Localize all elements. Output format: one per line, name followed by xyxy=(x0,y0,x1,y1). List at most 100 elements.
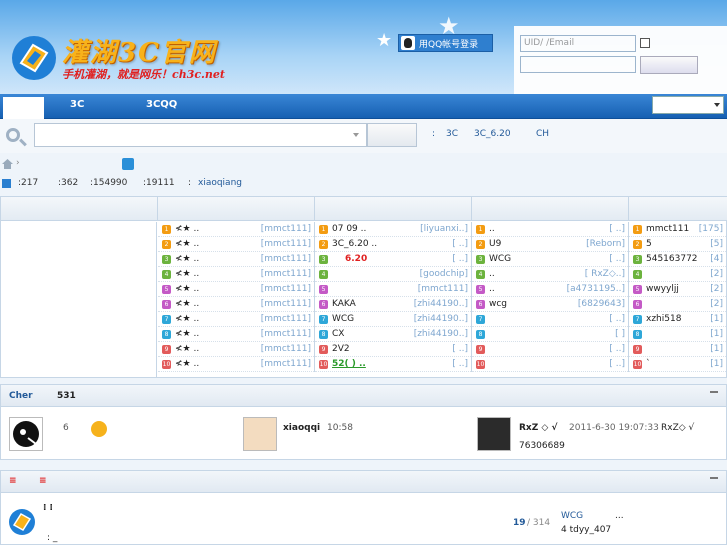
list-item[interactable]: 7 xzhi518 [1] xyxy=(629,312,726,327)
list-item-title[interactable]: WCG xyxy=(332,314,354,324)
visitor-name[interactable]: RxZ ◇ √ xyxy=(519,423,557,433)
search-button[interactable] xyxy=(367,123,417,147)
list-item-title[interactable]: ≮★ .. xyxy=(175,239,199,249)
nav-item-3cqq[interactable]: 3CQQ xyxy=(146,99,177,110)
list-item-author[interactable]: [zhi44190..] xyxy=(414,329,468,339)
list-item[interactable]: 10 ` [1] xyxy=(629,357,726,372)
thread-user[interactable]: 4 tdyy_407 xyxy=(561,525,611,535)
list-item[interactable]: 3 6.20 [ ..] xyxy=(315,252,471,267)
list-item-author[interactable]: [ ] xyxy=(615,329,625,339)
list-item[interactable]: 1 ≮★ .. [mmct111] xyxy=(158,222,314,237)
list-item[interactable]: 7 WCG [zhi44190..] xyxy=(315,312,471,327)
list-item-author[interactable]: [4] xyxy=(710,254,723,264)
list-item[interactable]: 3 WCG [ ..] xyxy=(472,252,628,267)
hot-link[interactable]: 3C_6.20 xyxy=(474,129,511,139)
list-item-author[interactable]: [ ..] xyxy=(609,359,625,369)
list-item[interactable]: 2 U9 [Reborn] xyxy=(472,237,628,252)
list-item-title[interactable]: 2V2 xyxy=(332,344,350,354)
list-item[interactable]: 10 ≮★ .. [mmct111] xyxy=(158,357,314,372)
list-item-title[interactable]: wwyyljj xyxy=(646,284,679,294)
list-item-title[interactable]: 545163772 xyxy=(646,254,698,264)
list-item-author[interactable]: [1] xyxy=(710,344,723,354)
list-item[interactable]: 8 ≮★ .. [mmct111] xyxy=(158,327,314,342)
list-item-author[interactable]: [mmct111] xyxy=(261,224,311,234)
list-item-author[interactable]: [mmct111] xyxy=(261,239,311,249)
list-item-title[interactable]: ≮★ .. xyxy=(175,329,199,339)
list-item-title[interactable]: 3C_6.20 .. xyxy=(332,239,377,249)
nav-select[interactable] xyxy=(652,96,724,114)
list-item-author[interactable]: [ ..] xyxy=(609,314,625,324)
list-item[interactable]: 6 wcg [6829643] xyxy=(472,297,628,312)
list-item-title[interactable]: ≮★ .. xyxy=(175,254,199,264)
list-item[interactable]: 4 .. [ RxZ◇..] xyxy=(472,267,628,282)
list-item[interactable]: 1 07 09 .. [liyuanxi..] xyxy=(315,222,471,237)
nav-home-tab[interactable] xyxy=(3,97,44,119)
avatar[interactable] xyxy=(9,417,43,451)
list-item-title[interactable]: KAKA xyxy=(332,299,356,309)
list-item-author[interactable]: [mmct111] xyxy=(261,269,311,279)
list-item[interactable]: 4 ≮★ .. [mmct111] xyxy=(158,267,314,282)
list-item-author[interactable]: [ ..] xyxy=(452,344,468,354)
list-item[interactable]: 8 [ ] xyxy=(472,327,628,342)
thread-link[interactable]: WCG xyxy=(561,511,583,521)
list-item-title[interactable]: xzhi518 xyxy=(646,314,681,324)
list-item-author[interactable]: [175] xyxy=(699,224,723,234)
list-item-title[interactable]: ≮★ .. xyxy=(175,299,199,309)
avatar[interactable] xyxy=(477,417,511,451)
list-item[interactable]: 6 ≮★ .. [mmct111] xyxy=(158,297,314,312)
collapse-icon[interactable] xyxy=(710,391,718,393)
list-item[interactable]: 10 52( ) .. [ ..] xyxy=(315,357,471,372)
list-item-title[interactable]: 52( ) .. xyxy=(332,359,366,369)
list-item-title[interactable]: .. xyxy=(489,269,495,279)
list-item-author[interactable]: [ ..] xyxy=(609,254,625,264)
list-item-author[interactable]: [ ..] xyxy=(452,239,468,249)
list-item[interactable]: 9 [1] xyxy=(629,342,726,357)
avatar[interactable] xyxy=(243,417,277,451)
list-item-author[interactable]: [liyuanxi..] xyxy=(420,224,468,234)
list-item-author[interactable]: [1] xyxy=(710,329,723,339)
list-item[interactable]: 5 wwyyljj [2] xyxy=(629,282,726,297)
list-item-title[interactable]: ≮★ .. xyxy=(175,344,199,354)
list-item-author[interactable]: [mmct111] xyxy=(261,344,311,354)
list-item[interactable]: 3 545163772 [4] xyxy=(629,252,726,267)
list-item[interactable]: 6 KAKA [zhi44190..] xyxy=(315,297,471,312)
list-item-title[interactable]: mmct111 xyxy=(646,224,689,234)
list-item-author[interactable]: [2] xyxy=(710,269,723,279)
list-item-author[interactable]: [mmct111] xyxy=(261,254,311,264)
password-input[interactable] xyxy=(520,56,636,73)
hot-link[interactable]: CH xyxy=(536,129,549,139)
list-item-title[interactable]: ≮★ .. xyxy=(175,284,199,294)
list-item[interactable]: 5 [mmct111] xyxy=(315,282,471,297)
list-item[interactable]: 8 CX [zhi44190..] xyxy=(315,327,471,342)
list-item-title[interactable]: .. xyxy=(489,224,495,234)
list-item-author[interactable]: [ ..] xyxy=(609,344,625,354)
list-item-author[interactable]: [2] xyxy=(710,284,723,294)
list-item-title[interactable]: WCG xyxy=(489,254,511,264)
list-item-author[interactable]: [goodchip] xyxy=(420,269,468,279)
hot-link[interactable]: 3C xyxy=(446,129,458,139)
home-icon[interactable] xyxy=(2,159,13,169)
uid-input[interactable]: UID/ /Email xyxy=(520,35,636,52)
list-item-title[interactable]: ≮★ .. xyxy=(175,314,199,324)
tab-menu-icon[interactable]: ≡ xyxy=(39,476,47,486)
newest-member-link[interactable]: xiaoqiang xyxy=(198,178,242,188)
tab-menu-icon[interactable]: ≡ xyxy=(9,476,17,486)
list-item[interactable]: 8 [1] xyxy=(629,327,726,342)
list-item-title[interactable]: CX xyxy=(332,329,344,339)
list-item-author[interactable]: [Reborn] xyxy=(586,239,625,249)
list-item-author[interactable]: [1] xyxy=(710,359,723,369)
visitors-title[interactable]: Cher xyxy=(9,391,33,401)
list-item-title[interactable]: ≮★ .. xyxy=(175,269,199,279)
list-item-author[interactable]: [mmct111] xyxy=(418,284,468,294)
list-item-author[interactable]: [ ..] xyxy=(452,359,468,369)
remember-checkbox[interactable] xyxy=(640,38,650,48)
list-item[interactable]: 4 [goodchip] xyxy=(315,267,471,282)
list-item-title[interactable]: 07 09 .. xyxy=(332,224,366,234)
login-button[interactable] xyxy=(640,56,698,74)
list-item-title[interactable]: U9 xyxy=(489,239,501,249)
list-item[interactable]: 5 ≮★ .. [mmct111] xyxy=(158,282,314,297)
list-item-author[interactable]: [5] xyxy=(710,239,723,249)
list-item-title[interactable]: 5 xyxy=(646,239,652,249)
list-item-author[interactable]: [mmct111] xyxy=(261,329,311,339)
visitor-name[interactable]: xiaoqqi xyxy=(283,423,320,433)
